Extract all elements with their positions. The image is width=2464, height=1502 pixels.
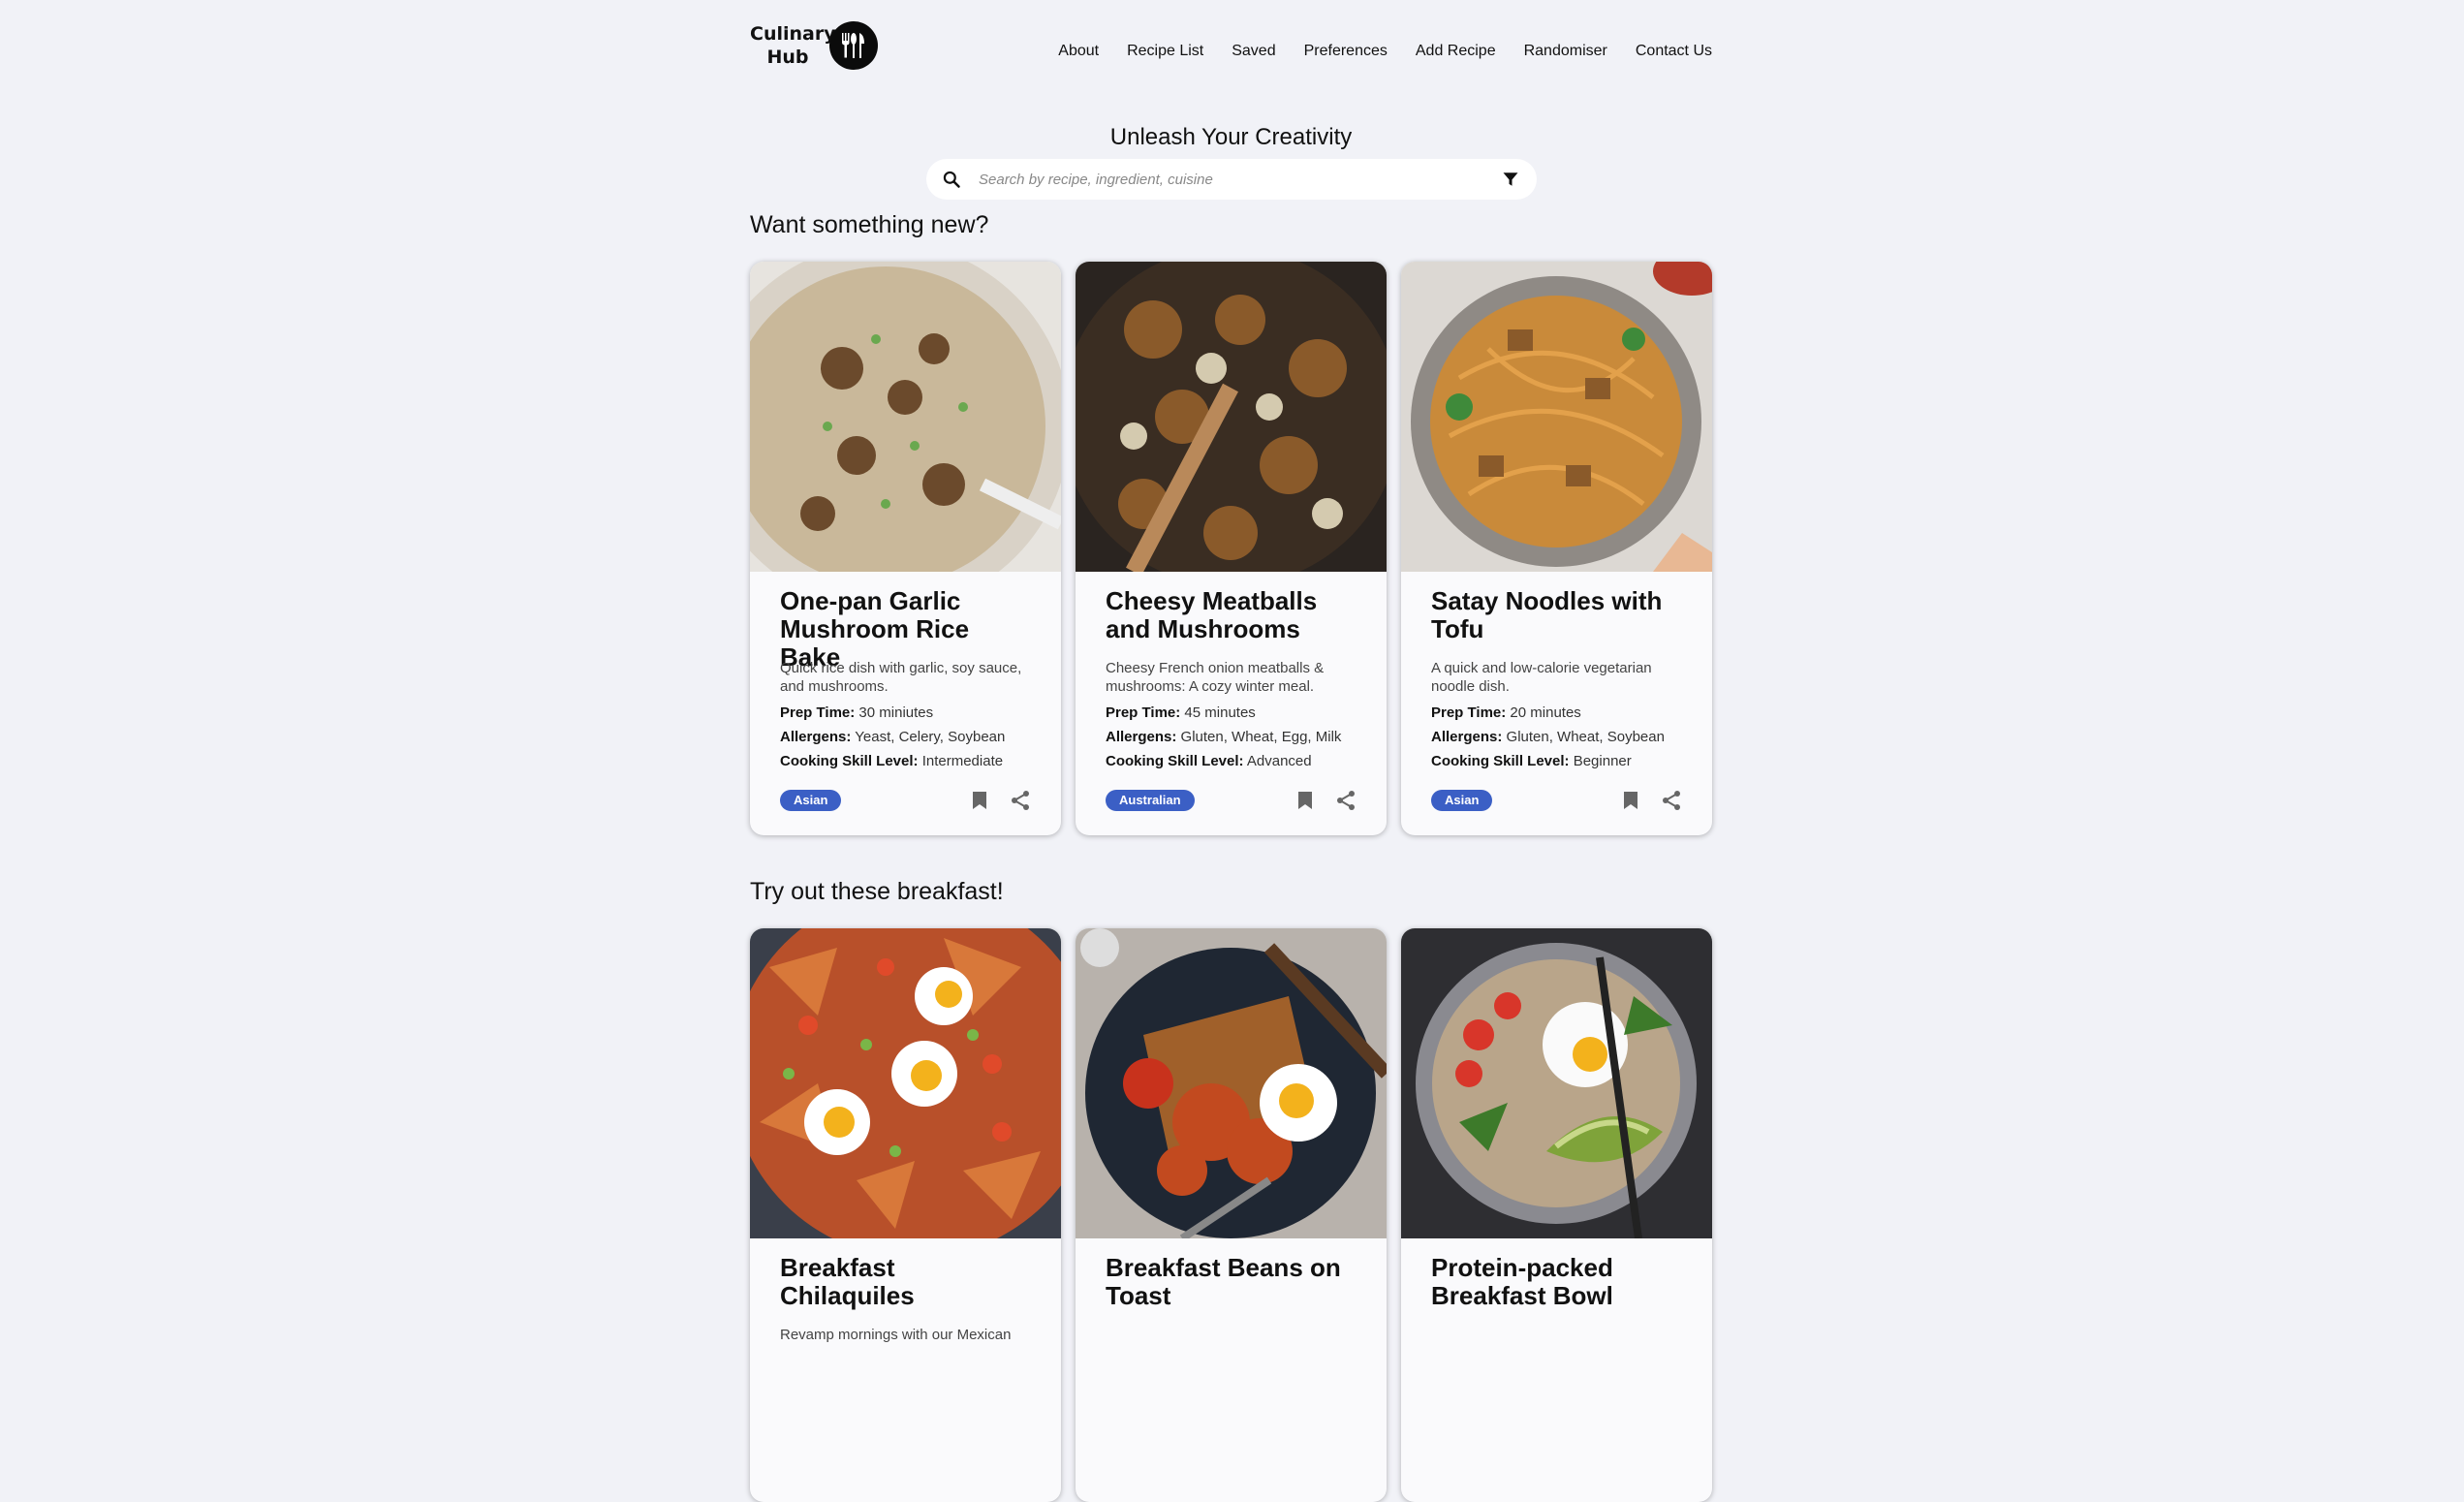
recipe-description: A quick and low-calorie vegetarian noodl… (1431, 660, 1652, 695)
section-title-new: Want something new? (750, 211, 989, 238)
prep-value: 45 minutes (1184, 704, 1256, 721)
allergens: Allergens: Gluten, Wheat, Soybean (1431, 728, 1682, 746)
nav-contact-us[interactable]: Contact Us (1636, 43, 1712, 60)
allergens: Allergens: Yeast, Celery, Soybean (780, 728, 1031, 746)
share-icon[interactable] (1661, 790, 1682, 811)
recipe-description: Quick rice dish with garlic, soy sauce, … (780, 660, 1022, 695)
nav-add-recipe[interactable]: Add Recipe (1416, 43, 1496, 60)
main-nav: About Recipe List Saved Preferences Add … (1030, 43, 1712, 60)
skill-label: Cooking Skill Level: (780, 753, 919, 769)
utensils-icon (829, 21, 878, 70)
hero-title: Unleash Your Creativity (1109, 124, 1353, 150)
search-icon[interactable] (942, 170, 961, 194)
recipe-card[interactable]: Breakfast Chilaquiles Revamp mornings wi… (750, 928, 1061, 1502)
share-icon[interactable] (1010, 790, 1031, 811)
prep-label: Prep Time: (1106, 704, 1181, 721)
recipe-title[interactable]: One-pan Garlic Mushroom Rice Bake (780, 587, 1031, 672)
recipe-description: Revamp mornings with our Mexican (780, 1327, 1012, 1343)
search-input[interactable] (979, 167, 1463, 192)
nav-preferences[interactable]: Preferences (1304, 43, 1388, 60)
recipe-image (1076, 262, 1387, 572)
nav-saved[interactable]: Saved (1232, 43, 1275, 60)
search-bar (926, 159, 1537, 200)
allergens-value: Gluten, Wheat, Egg, Milk (1180, 729, 1342, 745)
allergens-label: Allergens: (780, 729, 852, 745)
bookmark-icon[interactable] (1622, 791, 1639, 810)
header: Culinary Hub About Recipe List Saved Pre… (750, 0, 1712, 107)
prep-label: Prep Time: (1431, 704, 1507, 721)
prep-label: Prep Time: (780, 704, 856, 721)
prep-value: 20 minutes (1510, 704, 1581, 721)
skill-level: Cooking Skill Level: Advanced (1106, 752, 1357, 770)
page: Culinary Hub About Recipe List Saved Pre… (750, 0, 1712, 1502)
allergens: Allergens: Gluten, Wheat, Egg, Milk (1106, 728, 1357, 746)
recipe-card[interactable]: One-pan Garlic Mushroom Rice Bake Quick … (750, 262, 1061, 835)
recipe-title[interactable]: Breakfast Chilaquiles (780, 1254, 1031, 1318)
share-icon[interactable] (1335, 790, 1357, 811)
skill-label: Cooking Skill Level: (1106, 753, 1244, 769)
logo-text: Culinary Hub (750, 23, 836, 68)
recipe-card[interactable]: Cheesy Meatballs and Mushrooms Cheesy Fr… (1076, 262, 1387, 835)
skill-value: Beginner (1573, 753, 1632, 769)
allergens-label: Allergens: (1431, 729, 1503, 745)
section-title-breakfast: Try out these breakfast! (750, 878, 1004, 905)
recipe-image (750, 928, 1061, 1238)
filter-icon[interactable] (1502, 171, 1519, 193)
cuisine-tag[interactable]: Asian (1431, 790, 1493, 811)
skill-level: Cooking Skill Level: Intermediate (780, 752, 1031, 770)
nav-about[interactable]: About (1058, 43, 1099, 60)
recipe-card[interactable]: Breakfast Beans on Toast (1076, 928, 1387, 1502)
cuisine-tag[interactable]: Australian (1106, 790, 1195, 811)
recipe-title[interactable]: Satay Noodles with Tofu (1431, 587, 1682, 651)
skill-value: Advanced (1246, 753, 1312, 769)
recipe-image (1401, 928, 1712, 1238)
bookmark-icon[interactable] (1296, 791, 1314, 810)
prep-time: Prep Time: 45 minutes (1106, 704, 1357, 722)
recipe-description (1106, 1326, 1357, 1364)
recipe-image (750, 262, 1061, 572)
recipe-image (1401, 262, 1712, 572)
recipe-grid-breakfast: Breakfast Chilaquiles Revamp mornings wi… (750, 928, 1712, 1502)
skill-label: Cooking Skill Level: (1431, 753, 1570, 769)
logo[interactable]: Culinary Hub (750, 21, 878, 70)
nav-randomiser[interactable]: Randomiser (1524, 43, 1607, 60)
skill-level: Cooking Skill Level: Beginner (1431, 752, 1682, 770)
skill-value: Intermediate (921, 753, 1004, 769)
recipe-title[interactable]: Cheesy Meatballs and Mushrooms (1106, 587, 1357, 651)
prep-time: Prep Time: 30 miniutes (780, 704, 1031, 722)
recipe-description (1431, 1326, 1682, 1364)
bookmark-icon[interactable] (971, 791, 988, 810)
recipe-description: Cheesy French onion meatballs & mushroom… (1106, 660, 1325, 695)
recipe-card[interactable]: Protein-packed Breakfast Bowl (1401, 928, 1712, 1502)
allergens-value: Yeast, Celery, Soybean (855, 729, 1006, 745)
prep-time: Prep Time: 20 minutes (1431, 704, 1682, 722)
cuisine-tag[interactable]: Asian (780, 790, 842, 811)
recipe-grid-new: One-pan Garlic Mushroom Rice Bake Quick … (750, 262, 1712, 835)
recipe-title[interactable]: Protein-packed Breakfast Bowl (1431, 1254, 1682, 1318)
prep-value: 30 miniutes (858, 704, 934, 721)
recipe-image (1076, 928, 1387, 1238)
allergens-label: Allergens: (1106, 729, 1177, 745)
nav-recipe-list[interactable]: Recipe List (1127, 43, 1203, 60)
allergens-value: Gluten, Wheat, Soybean (1506, 729, 1665, 745)
recipe-card[interactable]: Satay Noodles with Tofu A quick and low-… (1401, 262, 1712, 835)
recipe-title[interactable]: Breakfast Beans on Toast (1106, 1254, 1357, 1318)
